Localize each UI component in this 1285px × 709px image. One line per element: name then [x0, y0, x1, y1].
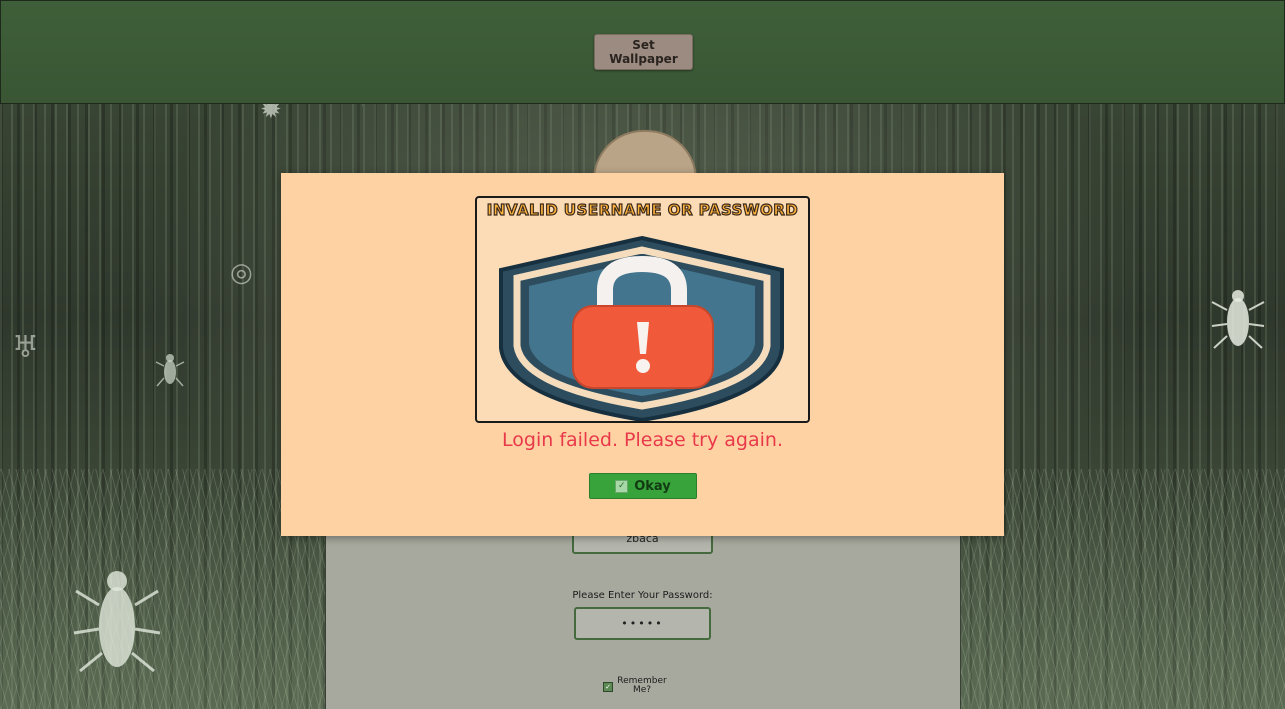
remember-me-checkbox[interactable]: ✓ [603, 682, 613, 692]
set-wallpaper-button[interactable]: Set Wallpaper [594, 34, 693, 70]
invalid-login-image: INVALID USERNAME OR PASSWORD [475, 196, 810, 423]
error-message: Login failed. Please try again. [502, 429, 783, 451]
password-input[interactable]: ••••• [574, 607, 711, 640]
target-icon: ◎ [230, 258, 253, 288]
bug-icon [1210, 280, 1266, 359]
okay-button[interactable]: ✓ Okay [589, 473, 697, 499]
okay-label: Okay [634, 478, 671, 494]
login-error-dialog: INVALID USERNAME OR PASSWORD Login faile… [281, 173, 1004, 536]
glyph-icon: ♅ [12, 330, 39, 365]
check-icon: ✓ [615, 479, 629, 493]
top-bar: Set Wallpaper [0, 0, 1285, 104]
bug-icon [155, 350, 185, 394]
lock-shield-icon [499, 235, 784, 421]
remember-me-label: Remember Me? [617, 676, 667, 695]
password-label: Please Enter Your Password: [572, 590, 713, 601]
bug-icon [72, 555, 162, 679]
